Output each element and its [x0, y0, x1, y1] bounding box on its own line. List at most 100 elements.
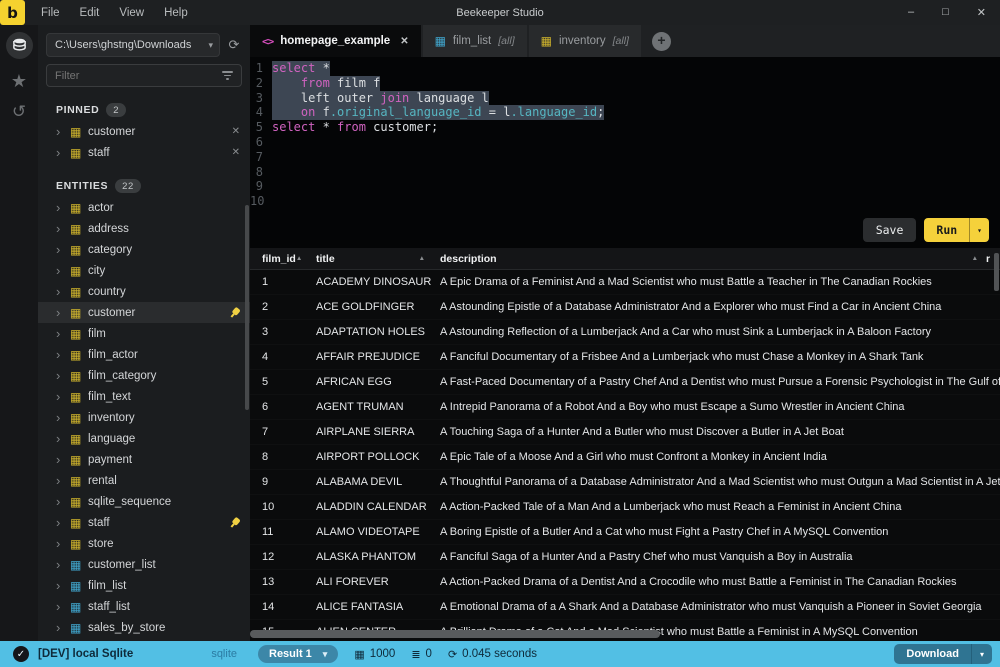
entity-item[interactable]: › ▦ language: [38, 428, 250, 449]
pinned-item[interactable]: › ▦ staff ✕: [38, 142, 250, 163]
table-row[interactable]: 7 AIRPLANE SIERRA A Touching Saga of a H…: [250, 420, 1000, 445]
unpin-icon[interactable]: ✕: [232, 126, 240, 137]
table-row[interactable]: 11 ALAMO VIDEOTAPE A Boring Epistle of a…: [250, 520, 1000, 545]
entity-item[interactable]: › ▦ inventory: [38, 407, 250, 428]
column-header-film-id[interactable]: film_id ▲: [250, 253, 308, 265]
chevron-right-icon[interactable]: ›: [56, 326, 70, 341]
table-row[interactable]: 14 ALICE FANTASIA A Emotional Drama of a…: [250, 595, 1000, 620]
pinned-item[interactable]: › ▦ customer ✕: [38, 121, 250, 142]
chevron-right-icon[interactable]: ›: [56, 452, 70, 467]
cell-film-id[interactable]: 5: [250, 376, 308, 388]
cell-description[interactable]: A Fast-Paced Documentary of a Pastry Che…: [433, 376, 1000, 388]
cell-title[interactable]: ALICE FANTASIA: [308, 601, 433, 613]
cell-film-id[interactable]: 6: [250, 401, 308, 413]
cell-title[interactable]: ALADDIN CALENDAR: [308, 501, 433, 513]
cell-title[interactable]: ACADEMY DINOSAUR: [308, 276, 433, 288]
unpin-icon[interactable]: ✕: [232, 147, 240, 158]
close-tab-icon[interactable]: ✕: [400, 36, 408, 47]
chevron-right-icon[interactable]: ›: [56, 368, 70, 383]
run-dropdown-button[interactable]: ▾: [969, 218, 989, 242]
filter-icon[interactable]: [222, 71, 233, 80]
entity-item[interactable]: › ▦ rental: [38, 470, 250, 491]
cell-title[interactable]: ALASKA PHANTOM: [308, 551, 433, 563]
cell-film-id[interactable]: 11: [250, 526, 308, 538]
table-row[interactable]: 1 ACADEMY DINOSAUR A Epic Drama of a Fem…: [250, 270, 1000, 295]
cell-description[interactable]: A Boring Epistle of a Butler And a Cat w…: [433, 526, 1000, 538]
cell-film-id[interactable]: 1: [250, 276, 308, 288]
entity-item[interactable]: › ▦ film_list: [38, 575, 250, 596]
download-button[interactable]: Download ▾: [894, 644, 992, 664]
entity-item[interactable]: › ▦ staff: [38, 512, 250, 533]
cell-film-id[interactable]: 7: [250, 426, 308, 438]
entity-item[interactable]: › ▦ film_category: [38, 365, 250, 386]
chevron-right-icon[interactable]: ›: [56, 124, 70, 139]
entity-item[interactable]: › ▦ customer: [38, 302, 250, 323]
cell-film-id[interactable]: 3: [250, 326, 308, 338]
cell-description[interactable]: A Touching Saga of a Hunter And a Butler…: [433, 426, 1000, 438]
menu-item[interactable]: View: [119, 7, 144, 19]
chevron-right-icon[interactable]: ›: [56, 410, 70, 425]
entity-item[interactable]: › ▦ film: [38, 323, 250, 344]
cell-description[interactable]: A Epic Drama of a Feminist And a Mad Sci…: [433, 276, 1000, 288]
chevron-right-icon[interactable]: ›: [56, 620, 70, 635]
cell-description[interactable]: A Action-Packed Tale of a Man And a Lumb…: [433, 501, 1000, 513]
vertical-scrollbar[interactable]: [994, 253, 999, 291]
cell-title[interactable]: ALABAMA DEVIL: [308, 476, 433, 488]
entity-item[interactable]: › ▦ film_actor: [38, 344, 250, 365]
cell-film-id[interactable]: 12: [250, 551, 308, 563]
connection-select[interactable]: C:\Users\ghstng\Downloads ▾: [46, 33, 220, 57]
refresh-icon[interactable]: ⟳: [226, 37, 242, 53]
entity-item[interactable]: › ▦ store: [38, 533, 250, 554]
chevron-right-icon[interactable]: ›: [56, 557, 70, 572]
chevron-right-icon[interactable]: ›: [56, 221, 70, 236]
chevron-right-icon[interactable]: ›: [56, 578, 70, 593]
entity-item[interactable]: › ▦ sales_by_store: [38, 617, 250, 638]
column-header-title[interactable]: title ▲: [308, 253, 433, 265]
table-row[interactable]: 8 AIRPORT POLLOCK A Epic Tale of a Moose…: [250, 445, 1000, 470]
result-selector[interactable]: Result 1 ▾: [258, 645, 338, 663]
cell-film-id[interactable]: 8: [250, 451, 308, 463]
cell-title[interactable]: AIRPORT POLLOCK: [308, 451, 433, 463]
entity-item[interactable]: › ▦ address: [38, 218, 250, 239]
menu-item[interactable]: File: [41, 7, 60, 19]
table-row[interactable]: 5 AFRICAN EGG A Fast-Paced Documentary o…: [250, 370, 1000, 395]
chevron-right-icon[interactable]: ›: [56, 347, 70, 362]
cell-film-id[interactable]: 2: [250, 301, 308, 313]
table-row[interactable]: 2 ACE GOLDFINGER A Astounding Epistle of…: [250, 295, 1000, 320]
filter-input[interactable]: [55, 70, 222, 82]
cell-title[interactable]: AFFAIR PREJUDICE: [308, 351, 433, 363]
entity-item[interactable]: › ▦ sqlite_sequence: [38, 491, 250, 512]
cell-title[interactable]: AGENT TRUMAN: [308, 401, 433, 413]
cell-description[interactable]: A Fanciful Documentary of a Frisbee And …: [433, 351, 1000, 363]
sidebar-scrollbar[interactable]: [245, 205, 249, 410]
entity-item[interactable]: › ▦ category: [38, 239, 250, 260]
cell-title[interactable]: ACE GOLDFINGER: [308, 301, 433, 313]
chevron-right-icon[interactable]: ›: [56, 494, 70, 509]
chevron-right-icon[interactable]: ›: [56, 389, 70, 404]
cell-title[interactable]: ADAPTATION HOLES: [308, 326, 433, 338]
favorites-tab-button[interactable]: ★: [11, 72, 27, 90]
cell-description[interactable]: A Action-Packed Drama of a Dentist And a…: [433, 576, 1000, 588]
cell-title[interactable]: ALI FOREVER: [308, 576, 433, 588]
cell-film-id[interactable]: 9: [250, 476, 308, 488]
cell-title[interactable]: AIRPLANE SIERRA: [308, 426, 433, 438]
chevron-right-icon[interactable]: ›: [56, 263, 70, 278]
cell-film-id[interactable]: 10: [250, 501, 308, 513]
menu-item[interactable]: Edit: [80, 7, 100, 19]
history-tab-button[interactable]: ↺: [12, 103, 26, 120]
app-logo-icon[interactable]: b: [0, 0, 25, 25]
table-row[interactable]: 4 AFFAIR PREJUDICE A Fanciful Documentar…: [250, 345, 1000, 370]
cell-film-id[interactable]: 13: [250, 576, 308, 588]
entity-item[interactable]: › ▦ staff_list: [38, 596, 250, 617]
table-row[interactable]: 13 ALI FOREVER A Action-Packed Drama of …: [250, 570, 1000, 595]
table-row[interactable]: 10 ALADDIN CALENDAR A Action-Packed Tale…: [250, 495, 1000, 520]
chevron-right-icon[interactable]: ›: [56, 200, 70, 215]
cell-film-id[interactable]: 4: [250, 351, 308, 363]
chevron-right-icon[interactable]: ›: [56, 515, 70, 530]
column-header-description[interactable]: description ▲: [433, 253, 986, 265]
chevron-right-icon[interactable]: ›: [56, 242, 70, 257]
cell-description[interactable]: A Epic Tale of a Moose And a Girl who mu…: [433, 451, 1000, 463]
chevron-right-icon[interactable]: ›: [56, 599, 70, 614]
save-button[interactable]: Save: [863, 218, 917, 242]
run-button[interactable]: Run ▾: [924, 218, 989, 242]
